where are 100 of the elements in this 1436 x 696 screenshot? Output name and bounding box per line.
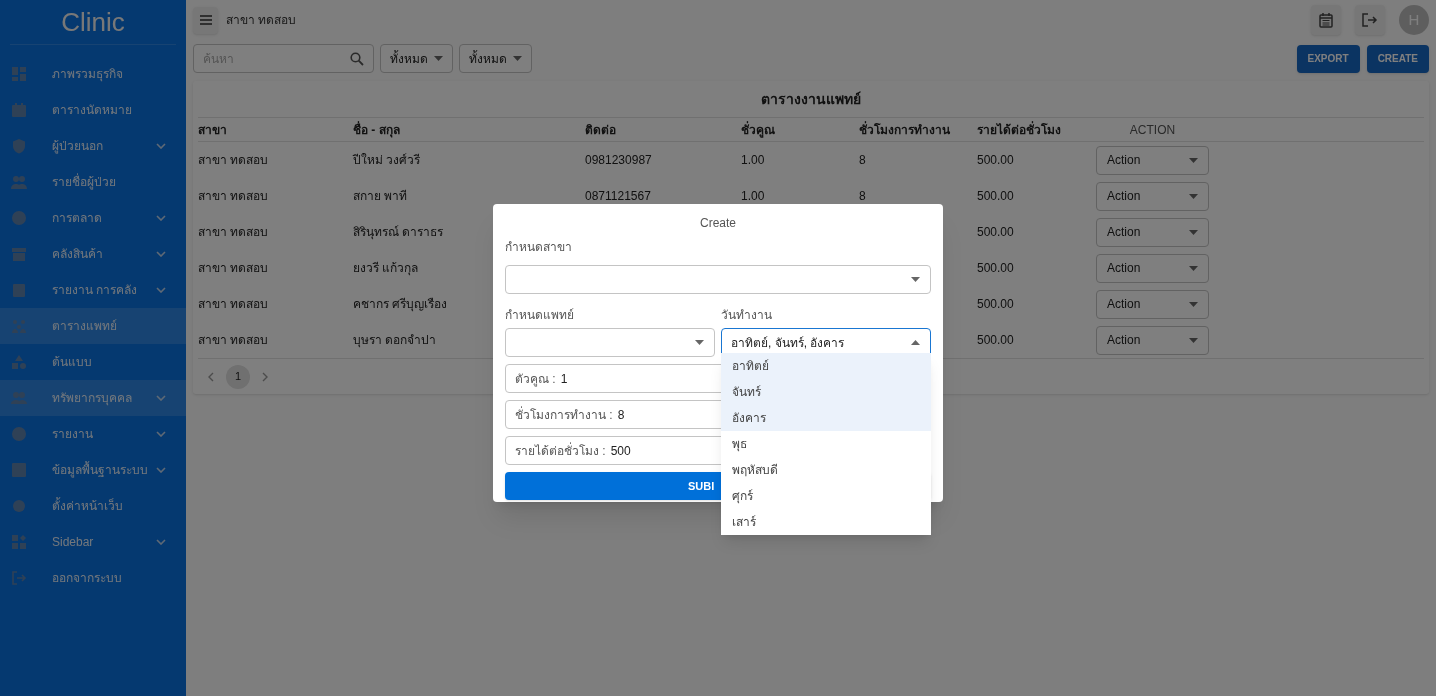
table-cell: สาขา ทดสอบ [198, 225, 269, 239]
dropdown-option[interactable]: อังคาร [721, 405, 931, 431]
table-cell: สาขา ทดสอบ [198, 153, 269, 167]
sidebar-item[interactable]: ออกจากระบบ [0, 560, 186, 596]
sidebar-item[interactable]: ตารางนัดหมาย [0, 92, 186, 128]
action-dropdown[interactable]: Action [1096, 325, 1209, 355]
page-button[interactable]: 1 [226, 364, 250, 389]
table-cell: 1.00 [741, 153, 765, 167]
dropdown-option[interactable]: จันทร์ [721, 379, 931, 405]
column-header: สาขา [198, 121, 228, 139]
table-cell: 1.00 [741, 189, 765, 203]
sidebar-item[interactable]: รายงาน การคลัง [0, 272, 186, 308]
widgets-icon [11, 534, 27, 550]
sidebar-item[interactable]: Sidebar [0, 524, 186, 560]
sidebar-item[interactable]: การตลาด [0, 200, 186, 236]
archive-icon [11, 246, 27, 262]
table-cell: 8 [859, 189, 866, 203]
caret-icon [1189, 193, 1198, 199]
table-cell: คชากร ศรีบุญเรือง [353, 297, 448, 311]
dashboard-icon [11, 66, 27, 82]
people-icon [11, 390, 27, 406]
column-header: ชื่อ - สกุล [353, 120, 401, 139]
table-cell: ยงวรี แก้วกุล [353, 261, 419, 275]
toolbar-button[interactable]: EXPORT [1296, 44, 1360, 73]
menu-button[interactable] [193, 6, 218, 34]
filter-dropdown[interactable]: ทั้งหมด [459, 44, 532, 73]
action-dropdown[interactable]: Action [1096, 181, 1209, 211]
menu-icon [198, 14, 213, 26]
sidebar-item[interactable]: ผู้ป่วยนอก [0, 128, 186, 164]
column-header: ชั่วโมงการทำงาน [859, 120, 951, 139]
action-dropdown[interactable]: Action [1096, 253, 1209, 283]
table-cell: 8 [859, 153, 866, 167]
action-dropdown[interactable]: Action [1096, 217, 1209, 247]
table-cell: ปีใหม่ วงศ์วรี [353, 153, 421, 167]
sidebar-item[interactable]: รายชื่อผู้ป่วย [0, 164, 186, 200]
caret-icon [1189, 301, 1198, 307]
table-cell: 500.00 [977, 153, 1014, 167]
logout-icon [1362, 13, 1378, 27]
table-cell: 0981230987 [585, 153, 652, 167]
caret-icon [513, 56, 522, 61]
table-cell: 500.00 [977, 225, 1014, 239]
column-header: รายได้ต่อชั่วโมง [977, 120, 1062, 139]
sidebar-item[interactable]: ตั้งค่าหน้าเว็บ [0, 488, 186, 524]
sidebar-item[interactable]: ข้อมูลพื้นฐานระบบ [0, 452, 186, 488]
table-cell: สาขา ทดสอบ [198, 333, 269, 347]
table-cell: 500.00 [977, 333, 1014, 347]
table-cell: 500.00 [977, 261, 1014, 275]
table-cell: สาขา ทดสอบ [198, 261, 269, 275]
calendar-button[interactable] [1311, 5, 1341, 35]
caret-icon [911, 340, 920, 345]
field-label: วันทำงาน [721, 308, 772, 322]
dropdown-option[interactable]: พฤหัสบดี [721, 457, 931, 483]
dropdown-option[interactable]: อาทิตย์ [721, 353, 931, 379]
search-icon [350, 51, 364, 66]
caret-icon [434, 56, 443, 61]
column-header: ชั่วคูณ [741, 120, 776, 139]
table-cell: สกาย พาที [353, 189, 408, 203]
sidebar-item[interactable]: รายงาน [0, 416, 186, 452]
logout-icon [11, 570, 27, 586]
dropdown-option[interactable]: พุธ [721, 431, 931, 457]
logout-button[interactable] [1355, 5, 1385, 35]
table-title: ตารางงานแพทย์ [761, 89, 861, 109]
sidebar-item[interactable]: ต้นแบบ [0, 344, 186, 380]
filter-dropdown[interactable]: ทั้งหมด [380, 44, 453, 73]
table-cell: 500.00 [977, 189, 1014, 203]
branch-name: สาขา ทดสอบ [226, 12, 297, 29]
shapes-icon [11, 354, 27, 370]
table-cell: สาขา ทดสอบ [198, 297, 269, 311]
field-label: กำหนดแพทย์ [505, 308, 574, 322]
caret-icon [695, 340, 704, 345]
table-cell: บุษรา ดอกจำปา [353, 333, 437, 347]
action-dropdown[interactable]: Action [1096, 289, 1209, 319]
action-dropdown[interactable]: Action [1096, 145, 1209, 175]
sidebar-item[interactable]: คลังสินค้า [0, 236, 186, 272]
caret-icon [911, 277, 920, 282]
people-icon [11, 174, 27, 190]
calendar-icon [1319, 12, 1333, 28]
chevron-right-icon[interactable] [262, 371, 268, 382]
table-cell: 500.00 [977, 297, 1014, 311]
table-cell: สิรินุทรณ์ ดาราธร [353, 225, 444, 239]
field-label: กำหนดสาขา [505, 239, 572, 256]
caret-icon [1189, 157, 1198, 163]
table-cell: 0871121567 [585, 189, 651, 203]
chevron-left-icon[interactable] [208, 371, 214, 382]
dropdown-option[interactable]: เสาร์ [721, 509, 931, 535]
caret-icon [1189, 229, 1198, 235]
caret-icon [1189, 265, 1198, 271]
column-header: ACTION [1128, 121, 1177, 139]
branch-select[interactable] [505, 265, 931, 294]
logo-text: Clinic [61, 5, 125, 39]
doctor-select[interactable] [505, 328, 715, 357]
caret-icon [1189, 337, 1198, 343]
shield-icon [11, 138, 27, 154]
people-icon [11, 318, 27, 334]
table-cell: สาขา ทดสอบ [198, 189, 269, 203]
sidebar-item[interactable]: ภาพรวมธุรกิจ [0, 56, 186, 92]
dropdown-option[interactable]: ศุกร์ [721, 483, 931, 509]
dialog-title: Create [700, 215, 736, 232]
column-header: ติดต่อ [585, 121, 617, 139]
toolbar-button[interactable]: CREATE [1366, 44, 1429, 73]
